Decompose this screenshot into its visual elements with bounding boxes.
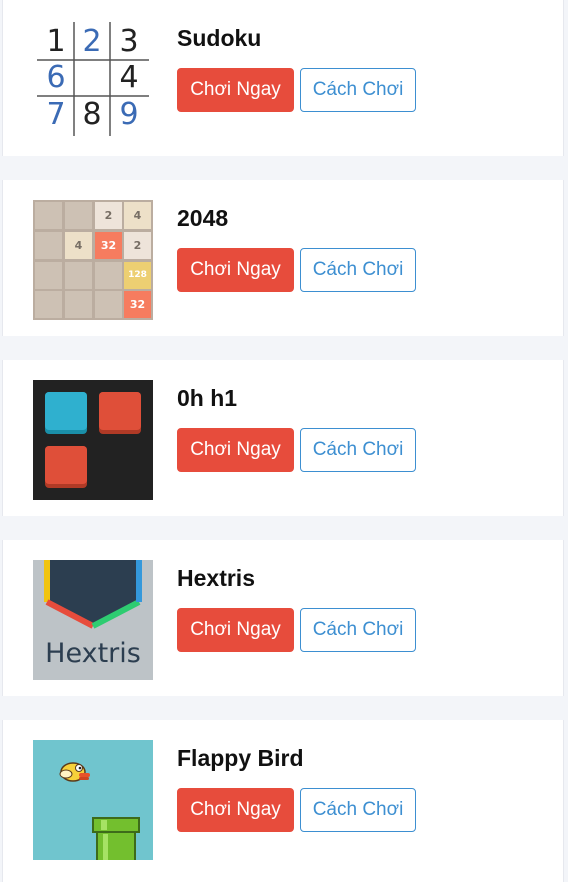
- how-to-play-button[interactable]: Cách Chơi: [300, 428, 416, 472]
- sudoku-cell: [74, 60, 110, 96]
- 2048-tile: 4: [124, 202, 151, 229]
- 0hh1-tiles-graphic: [45, 392, 141, 488]
- 2048-tile: 2: [95, 202, 122, 229]
- how-to-play-button[interactable]: Cách Chơi: [300, 248, 416, 292]
- game-card-0hh1: 0h h1 Chơi Ngay Cách Chơi: [2, 360, 564, 516]
- game-title: 0h h1: [177, 385, 238, 411]
- game-title: Flappy Bird: [177, 745, 304, 771]
- 2048-tile: 128: [124, 262, 151, 289]
- 2048-tile: [65, 262, 92, 289]
- sudoku-cell: 8: [82, 97, 102, 132]
- 0hh1-thumbnail[interactable]: [33, 380, 153, 500]
- how-to-play-button[interactable]: Cách Chơi: [300, 788, 416, 832]
- sudoku-cell: 2: [82, 24, 102, 59]
- sudoku-cell: 4: [119, 60, 139, 95]
- sudoku-cell: 9: [119, 97, 139, 132]
- sudoku-grid: 1 2 3 6 4 7 8 9: [33, 20, 153, 140]
- 2048-tile: [95, 262, 122, 289]
- 2048-tile: 32: [95, 232, 122, 259]
- play-now-button[interactable]: Chơi Ngay: [177, 428, 294, 472]
- game-card-hextris: Hextris Hextris Chơi Ngay Cách Chơi: [2, 540, 564, 696]
- 2048-tile: [65, 291, 92, 318]
- play-now-button[interactable]: Chơi Ngay: [177, 788, 294, 832]
- play-now-button[interactable]: Chơi Ngay: [177, 248, 294, 292]
- sudoku-cell: 3: [119, 24, 139, 59]
- how-to-play-button[interactable]: Cách Chơi: [300, 68, 416, 112]
- game-title: Sudoku: [177, 25, 262, 51]
- 2048-tile: [65, 202, 92, 229]
- 2048-tile: 2: [124, 232, 151, 259]
- 2048-thumbnail[interactable]: 2 4 4 32 2 128 32: [33, 200, 153, 320]
- sudoku-cell: 7: [46, 97, 66, 132]
- sudoku-cell: 6: [46, 60, 66, 95]
- flappy-bird-scene: [59, 762, 140, 860]
- sudoku-thumbnail[interactable]: 1 2 3 6 4 7 8 9: [33, 20, 153, 140]
- flappy-bird-thumbnail[interactable]: [33, 740, 153, 860]
- play-now-button[interactable]: Chơi Ngay: [177, 68, 294, 112]
- 2048-tile: [95, 291, 122, 318]
- game-list: 1 2 3 6 4 7 8 9 Sudoku Chơi Ngay Cách Ch…: [2, 0, 564, 882]
- how-to-play-button[interactable]: Cách Chơi: [300, 608, 416, 652]
- 2048-tile: 4: [65, 232, 92, 259]
- game-card-2048: 2 4 4 32 2 128 32 2048 Chơi Ngay Cách Ch…: [2, 180, 564, 336]
- 2048-tile: [35, 291, 62, 318]
- 2048-tile: [35, 202, 62, 229]
- 2048-tile: 32: [124, 291, 151, 318]
- game-card-sudoku: 1 2 3 6 4 7 8 9 Sudoku Chơi Ngay Cách Ch…: [2, 0, 564, 156]
- hextris-thumbnail[interactable]: Hextris: [33, 560, 153, 680]
- 2048-board: 2 4 4 32 2 128 32: [33, 200, 153, 320]
- game-title: 2048: [177, 205, 229, 231]
- game-title: Hextris: [177, 565, 255, 591]
- play-now-button[interactable]: Chơi Ngay: [177, 608, 294, 652]
- game-card-flappy-bird: Flappy Bird Chơi Ngay Cách Chơi: [2, 720, 564, 882]
- sudoku-cell: 1: [46, 24, 66, 59]
- hextris-logo-text: Hextris: [45, 638, 141, 669]
- 2048-tile: [35, 262, 62, 289]
- 2048-tile: [35, 232, 62, 259]
